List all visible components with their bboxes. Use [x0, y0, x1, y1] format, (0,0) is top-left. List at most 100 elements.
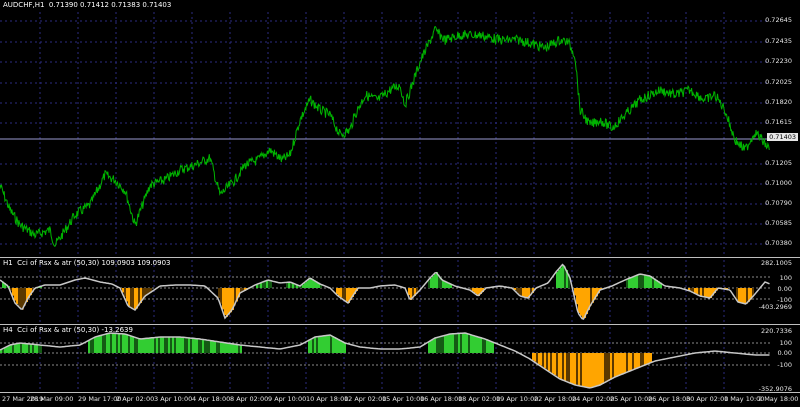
histogram-bar — [696, 288, 698, 294]
histogram-bar — [308, 340, 310, 353]
histogram-bar — [526, 288, 528, 298]
histogram-bar — [112, 333, 114, 353]
histogram-bar — [102, 335, 104, 353]
histogram-bar — [162, 337, 164, 353]
histogram-bar — [94, 337, 96, 353]
histogram-bar — [626, 353, 628, 373]
histogram-bar — [148, 338, 150, 353]
histogram-bar — [476, 288, 478, 295]
histogram-bar — [326, 335, 328, 353]
histogram-bar — [444, 335, 446, 353]
histogram-bar — [172, 337, 174, 353]
histogram-bar — [224, 288, 226, 316]
oscillator-line — [0, 263, 770, 320]
histogram-bar — [194, 338, 196, 353]
histogram-bar — [470, 334, 472, 353]
histogram-bar — [642, 353, 644, 367]
histogram-bar — [560, 353, 562, 379]
histogram-bar — [598, 353, 600, 386]
histogram-bar — [106, 334, 108, 353]
histogram-bar — [34, 344, 36, 353]
histogram-bar — [482, 338, 484, 353]
histogram-bar — [640, 353, 642, 367]
histogram-bar — [704, 288, 706, 297]
histogram-bar — [266, 280, 268, 288]
histogram-bar — [556, 272, 558, 288]
histogram-bar — [92, 338, 94, 353]
price-axis-label: 0.70380 — [765, 239, 792, 247]
price-axis-label: 0.72645 — [765, 16, 792, 24]
price-chart-canvas[interactable] — [0, 0, 800, 258]
histogram-bar — [150, 338, 152, 353]
price-axis-label: 0.72025 — [765, 78, 792, 86]
histogram-bar — [428, 342, 430, 353]
histogram-bar — [118, 333, 120, 353]
indicator1-pane[interactable]: H1 Cci of Rsx & atr (50,30) 109.0903 109… — [0, 258, 800, 325]
histogram-bar — [40, 345, 42, 353]
histogram-bar — [430, 341, 432, 353]
histogram-bar — [154, 337, 156, 353]
histogram-bar — [592, 353, 594, 388]
histogram-bar — [616, 353, 618, 377]
histogram-bar — [594, 353, 596, 387]
histogram-bar — [32, 344, 34, 353]
time-axis-label: 28 Mar 09:00 — [30, 395, 74, 403]
histogram-bar — [340, 288, 342, 298]
histogram-bar — [230, 288, 232, 313]
histogram-bar — [90, 339, 92, 353]
histogram-bar — [88, 340, 90, 353]
indicator2-pane[interactable]: H4 Cci of Rsx & atr (50,30) -13.2639 220… — [0, 325, 800, 393]
histogram-bar — [454, 333, 456, 353]
histogram-bar — [336, 288, 338, 294]
histogram-bar — [432, 276, 434, 288]
histogram-bar — [208, 340, 210, 353]
histogram-bar — [132, 288, 134, 309]
histogram-bar — [580, 353, 582, 386]
histogram-bar — [38, 344, 40, 353]
price-chart-pane[interactable]: AUDCHF,H1 0.71390 0.71412 0.71383 0.7140… — [0, 0, 800, 264]
histogram-bar — [456, 333, 458, 353]
indicator2-canvas[interactable] — [0, 325, 800, 392]
histogram-bar — [188, 337, 190, 353]
histogram-bar — [4, 348, 6, 353]
histogram-bar — [558, 353, 560, 378]
histogram-bar — [114, 333, 116, 353]
histogram-bar — [226, 288, 228, 317]
histogram-bar — [320, 336, 322, 353]
histogram-bar — [176, 337, 178, 353]
indicator1-axis-label: 0.00 — [777, 285, 792, 293]
histogram-bar — [260, 283, 262, 288]
time-axis-label: 25 Apr 10:00 — [610, 395, 653, 403]
histogram-bar — [634, 353, 636, 370]
histogram-bar — [448, 334, 450, 353]
histogram-bar — [100, 335, 102, 353]
indicator1-canvas[interactable] — [0, 258, 800, 324]
time-axis-label: 9 Apr 10:00 — [268, 395, 307, 403]
histogram-bar — [338, 288, 340, 296]
histogram-bar — [104, 334, 106, 353]
histogram-bar — [216, 341, 218, 353]
histogram-bar — [312, 338, 314, 353]
histogram-bar — [224, 342, 226, 353]
histogram-bar — [324, 335, 326, 353]
histogram-bar — [262, 282, 264, 288]
histogram-bar — [218, 341, 220, 353]
histogram-bar — [120, 333, 122, 353]
price-axis-label: 0.71205 — [765, 159, 792, 167]
time-axis-label: 26 Apr 18:00 — [648, 395, 691, 403]
indicator2-axis-label: 220.7336 — [760, 327, 792, 335]
indicator1-axis-label: -403.2969 — [758, 303, 792, 311]
histogram-bar — [612, 353, 614, 379]
histogram-bar — [332, 336, 334, 353]
histogram-bar — [744, 288, 746, 304]
histogram-bar — [520, 288, 522, 296]
histogram-bar — [232, 343, 234, 353]
histogram-bar — [472, 335, 474, 353]
histogram-bar — [20, 343, 22, 353]
histogram-bar — [110, 333, 112, 353]
histogram-bar — [468, 333, 470, 353]
price-axis-label: 0.70790 — [765, 199, 792, 207]
histogram-bar — [218, 288, 220, 298]
histogram-bar — [636, 353, 638, 369]
histogram-bar — [116, 333, 118, 353]
